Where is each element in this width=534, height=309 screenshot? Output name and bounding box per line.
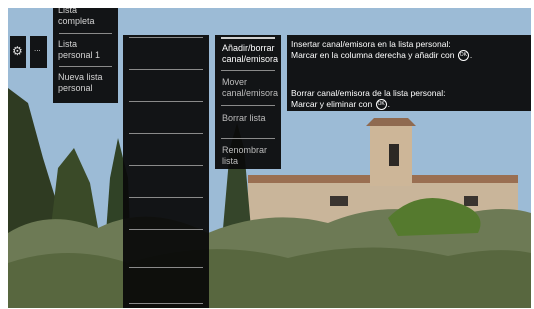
separator <box>221 70 275 71</box>
list-column: Lista completa Lista personal 1 Nueva li… <box>53 8 118 103</box>
menu-move-channel[interactable]: Mover canal/emisora <box>222 77 284 99</box>
more-panel[interactable]: ... <box>30 36 47 68</box>
channel-slot[interactable] <box>129 101 203 102</box>
menu-delete-list[interactable]: Borrar lista <box>222 113 284 124</box>
selection-highlight <box>221 37 275 39</box>
insert-title: Insertar canal/emisora en la lista perso… <box>291 39 451 49</box>
channel-slot[interactable] <box>129 133 203 134</box>
delete-title: Borrar canal/emisora de la lista persona… <box>291 88 446 98</box>
separator <box>59 66 112 67</box>
insert-text: Marcar en la columna derecha y añadir co… <box>291 50 455 60</box>
context-menu: Añadir/borrar canal/emisora Mover canal/… <box>215 35 281 169</box>
list-item-new-personal[interactable]: Nueva lista personal <box>58 72 118 94</box>
menu-add-remove-channel[interactable]: Añadir/borrar canal/emisora <box>222 43 280 65</box>
insert-text-line: Marcar en la columna derecha y añadir co… <box>291 50 473 62</box>
delete-text: Marcar y eliminar con <box>291 99 373 109</box>
info-panel: Insertar canal/emisora en la lista perso… <box>287 35 531 111</box>
separator <box>221 105 275 106</box>
channel-slot[interactable] <box>129 303 203 304</box>
ok-button-icon: OK <box>375 99 387 111</box>
separator <box>221 138 275 139</box>
menu-rename-list[interactable]: Renombrar lista <box>222 145 284 167</box>
channel-slot[interactable] <box>129 165 203 166</box>
channel-slot[interactable] <box>129 229 203 230</box>
channel-slot[interactable] <box>129 37 203 38</box>
channel-slot[interactable] <box>129 267 203 268</box>
list-item-full[interactable]: Lista completa <box>58 8 112 27</box>
tv-screen: ⚙ ... Lista completa Lista personal 1 Nu… <box>8 8 531 308</box>
channel-slot[interactable] <box>129 197 203 198</box>
channel-slot[interactable] <box>129 69 203 70</box>
settings-panel[interactable]: ⚙ <box>10 36 26 68</box>
gear-icon[interactable]: ⚙ <box>12 44 23 58</box>
delete-text-line: Marcar y eliminar con OK. <box>291 99 390 111</box>
separator <box>59 33 112 34</box>
list-item-personal-1[interactable]: Lista personal 1 <box>58 39 112 61</box>
channel-column <box>123 35 209 308</box>
more-icon[interactable]: ... <box>34 44 41 54</box>
ok-button-icon: OK <box>457 50 469 62</box>
